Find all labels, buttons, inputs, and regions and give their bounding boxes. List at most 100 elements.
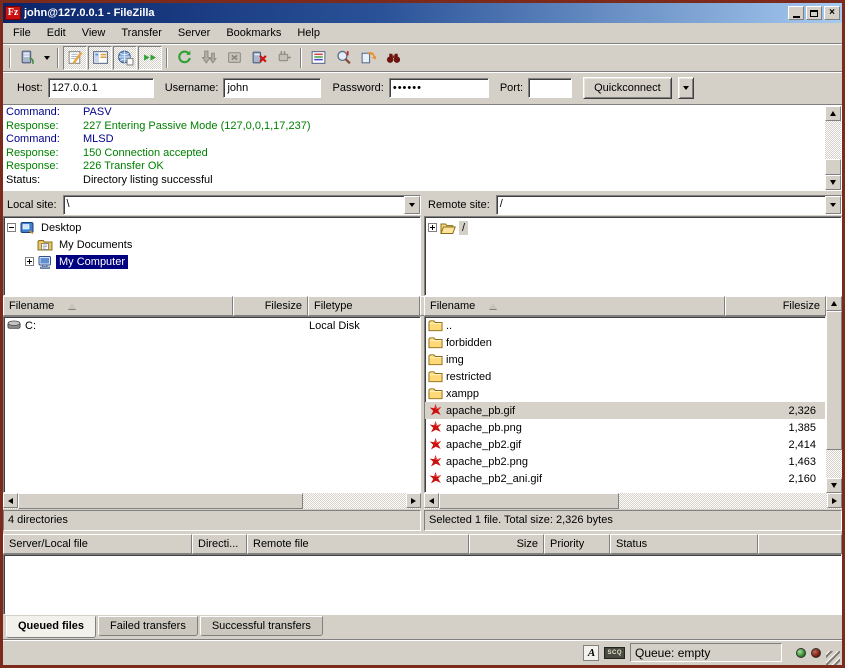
local-file-list[interactable]: C: Local Disk — [3, 316, 421, 493]
host-input[interactable] — [48, 78, 154, 98]
file-row-c-drive[interactable]: C: Local Disk — [4, 317, 420, 334]
local-horizontal-scrollbar[interactable] — [3, 493, 421, 509]
find-files-button[interactable] — [381, 46, 405, 70]
quickconnect-dropdown[interactable] — [678, 77, 694, 99]
synchronized-browsing-button[interactable] — [356, 46, 380, 70]
column-header-server-local-file[interactable]: Server/Local file — [3, 534, 192, 554]
menu-transfer[interactable]: Transfer — [113, 24, 170, 42]
file-row[interactable]: apache_pb2_ani.gif 2,160 — [425, 470, 825, 487]
toggle-message-log-button[interactable] — [63, 46, 87, 70]
remote-vertical-scrollbar[interactable] — [826, 296, 842, 493]
port-input[interactable] — [528, 78, 572, 98]
resize-grip[interactable] — [826, 651, 840, 665]
host-label: Host: — [17, 82, 43, 94]
filezilla-logo-icon: Fz — [5, 6, 21, 20]
remote-directory-tree[interactable]: / — [424, 216, 842, 296]
transfer-queue-list[interactable] — [3, 554, 842, 615]
file-row-selected[interactable]: apache_pb.gif 2,326 — [425, 402, 825, 419]
scrollbar-thumb[interactable] — [826, 311, 842, 450]
reconnect-button[interactable] — [272, 46, 296, 70]
site-manager-button[interactable] — [15, 46, 39, 70]
scroll-down-button[interactable] — [825, 175, 841, 190]
column-header-filename[interactable]: Filename — [3, 296, 233, 316]
expand-icon[interactable] — [428, 223, 437, 232]
remote-horizontal-scrollbar[interactable] — [424, 493, 842, 509]
file-row[interactable]: apache_pb2.png 1,463 — [425, 453, 825, 470]
title-bar[interactable]: Fz john@127.0.0.1 - FileZilla × — [3, 3, 842, 23]
column-header-status[interactable]: Status — [610, 534, 758, 554]
scroll-down-button[interactable] — [826, 478, 842, 493]
remote-site-dropdown-button[interactable] — [825, 196, 841, 214]
directory-comparison-button[interactable] — [331, 46, 355, 70]
file-row[interactable]: img — [425, 351, 825, 368]
close-button[interactable]: × — [824, 6, 840, 20]
quickconnect-button[interactable]: Quickconnect — [583, 77, 672, 99]
disconnect-button[interactable] — [247, 46, 271, 70]
scrollbar-thumb[interactable] — [18, 493, 303, 509]
file-row[interactable]: apache_pb2.gif 2,414 — [425, 436, 825, 453]
tab-failed-transfers[interactable]: Failed transfers — [98, 616, 198, 636]
maximize-button[interactable] — [806, 6, 822, 20]
scroll-left-button[interactable] — [3, 493, 18, 508]
local-status-text: 4 directories — [3, 510, 421, 531]
column-header-filetype[interactable]: Filetype — [308, 296, 420, 316]
log-line: Command:PASV — [6, 106, 824, 120]
column-header-filesize[interactable]: Filesize — [725, 296, 826, 316]
remote-site-combobox[interactable]: / — [496, 195, 842, 215]
tree-item-desktop[interactable]: Desktop — [4, 219, 420, 236]
scroll-up-button[interactable] — [826, 296, 842, 311]
tree-item-my-documents[interactable]: My Documents — [4, 236, 420, 253]
file-row[interactable]: forbidden — [425, 334, 825, 351]
username-input[interactable] — [223, 78, 321, 98]
status-bar: A SCQ Queue: empty — [3, 639, 842, 665]
remote-file-list[interactable]: .. forbidden img — [424, 316, 826, 493]
log-vertical-scrollbar[interactable] — [825, 106, 841, 190]
toggle-remote-tree-button[interactable] — [113, 46, 137, 70]
local-directory-tree[interactable]: Desktop My Documents My Computer — [3, 216, 421, 296]
local-site-dropdown-button[interactable] — [404, 196, 420, 214]
menu-file[interactable]: File — [5, 24, 39, 42]
column-header-remote-file[interactable]: Remote file — [247, 534, 469, 554]
menu-view[interactable]: View — [74, 24, 114, 42]
message-log[interactable]: Command:PASV Response:227 Entering Passi… — [3, 105, 842, 191]
quickconnect-bar: Host: Username: Password: Port: Quickcon… — [3, 72, 842, 105]
cancel-operation-button[interactable] — [222, 46, 246, 70]
scroll-left-button[interactable] — [424, 493, 439, 508]
toggle-local-tree-button[interactable] — [88, 46, 112, 70]
file-row[interactable]: .. — [425, 317, 825, 334]
menu-bookmarks[interactable]: Bookmarks — [218, 24, 289, 42]
menu-server[interactable]: Server — [170, 24, 218, 42]
column-header-size[interactable]: Size — [469, 534, 544, 554]
tab-queued-files[interactable]: Queued files — [6, 616, 96, 638]
scroll-right-button[interactable] — [406, 493, 421, 508]
collapse-icon[interactable] — [7, 223, 16, 232]
send-activity-led-icon — [811, 648, 821, 658]
column-header-priority[interactable]: Priority — [544, 534, 610, 554]
scroll-right-button[interactable] — [827, 493, 842, 508]
site-manager-dropdown[interactable] — [40, 46, 53, 70]
open-folder-icon — [440, 220, 456, 236]
local-site-combobox[interactable]: \ — [63, 195, 421, 215]
column-header-filesize[interactable]: Filesize — [233, 296, 308, 316]
scroll-up-button[interactable] — [825, 106, 841, 121]
minimize-button[interactable] — [788, 6, 804, 20]
column-header-filename[interactable]: Filename — [424, 296, 725, 316]
tree-item-my-computer[interactable]: My Computer — [4, 253, 420, 270]
refresh-button[interactable] — [172, 46, 196, 70]
toggle-transfer-queue-button[interactable] — [138, 46, 162, 70]
process-queue-button[interactable] — [197, 46, 221, 70]
scrollbar-thumb[interactable] — [439, 493, 619, 509]
menu-help[interactable]: Help — [289, 24, 328, 42]
password-input[interactable] — [389, 78, 489, 98]
column-header-direction[interactable]: Directi... — [192, 534, 247, 554]
cancel-icon — [226, 49, 243, 66]
expand-icon[interactable] — [25, 257, 34, 266]
file-row[interactable]: xampp — [425, 385, 825, 402]
file-row[interactable]: restricted — [425, 368, 825, 385]
tree-item-root[interactable]: / — [425, 219, 841, 236]
tab-successful-transfers[interactable]: Successful transfers — [200, 616, 323, 636]
menu-edit[interactable]: Edit — [39, 24, 74, 42]
file-row[interactable]: apache_pb.png 1,385 — [425, 419, 825, 436]
scrollbar-thumb[interactable] — [825, 159, 841, 175]
directory-listing-filters-button[interactable] — [306, 46, 330, 70]
